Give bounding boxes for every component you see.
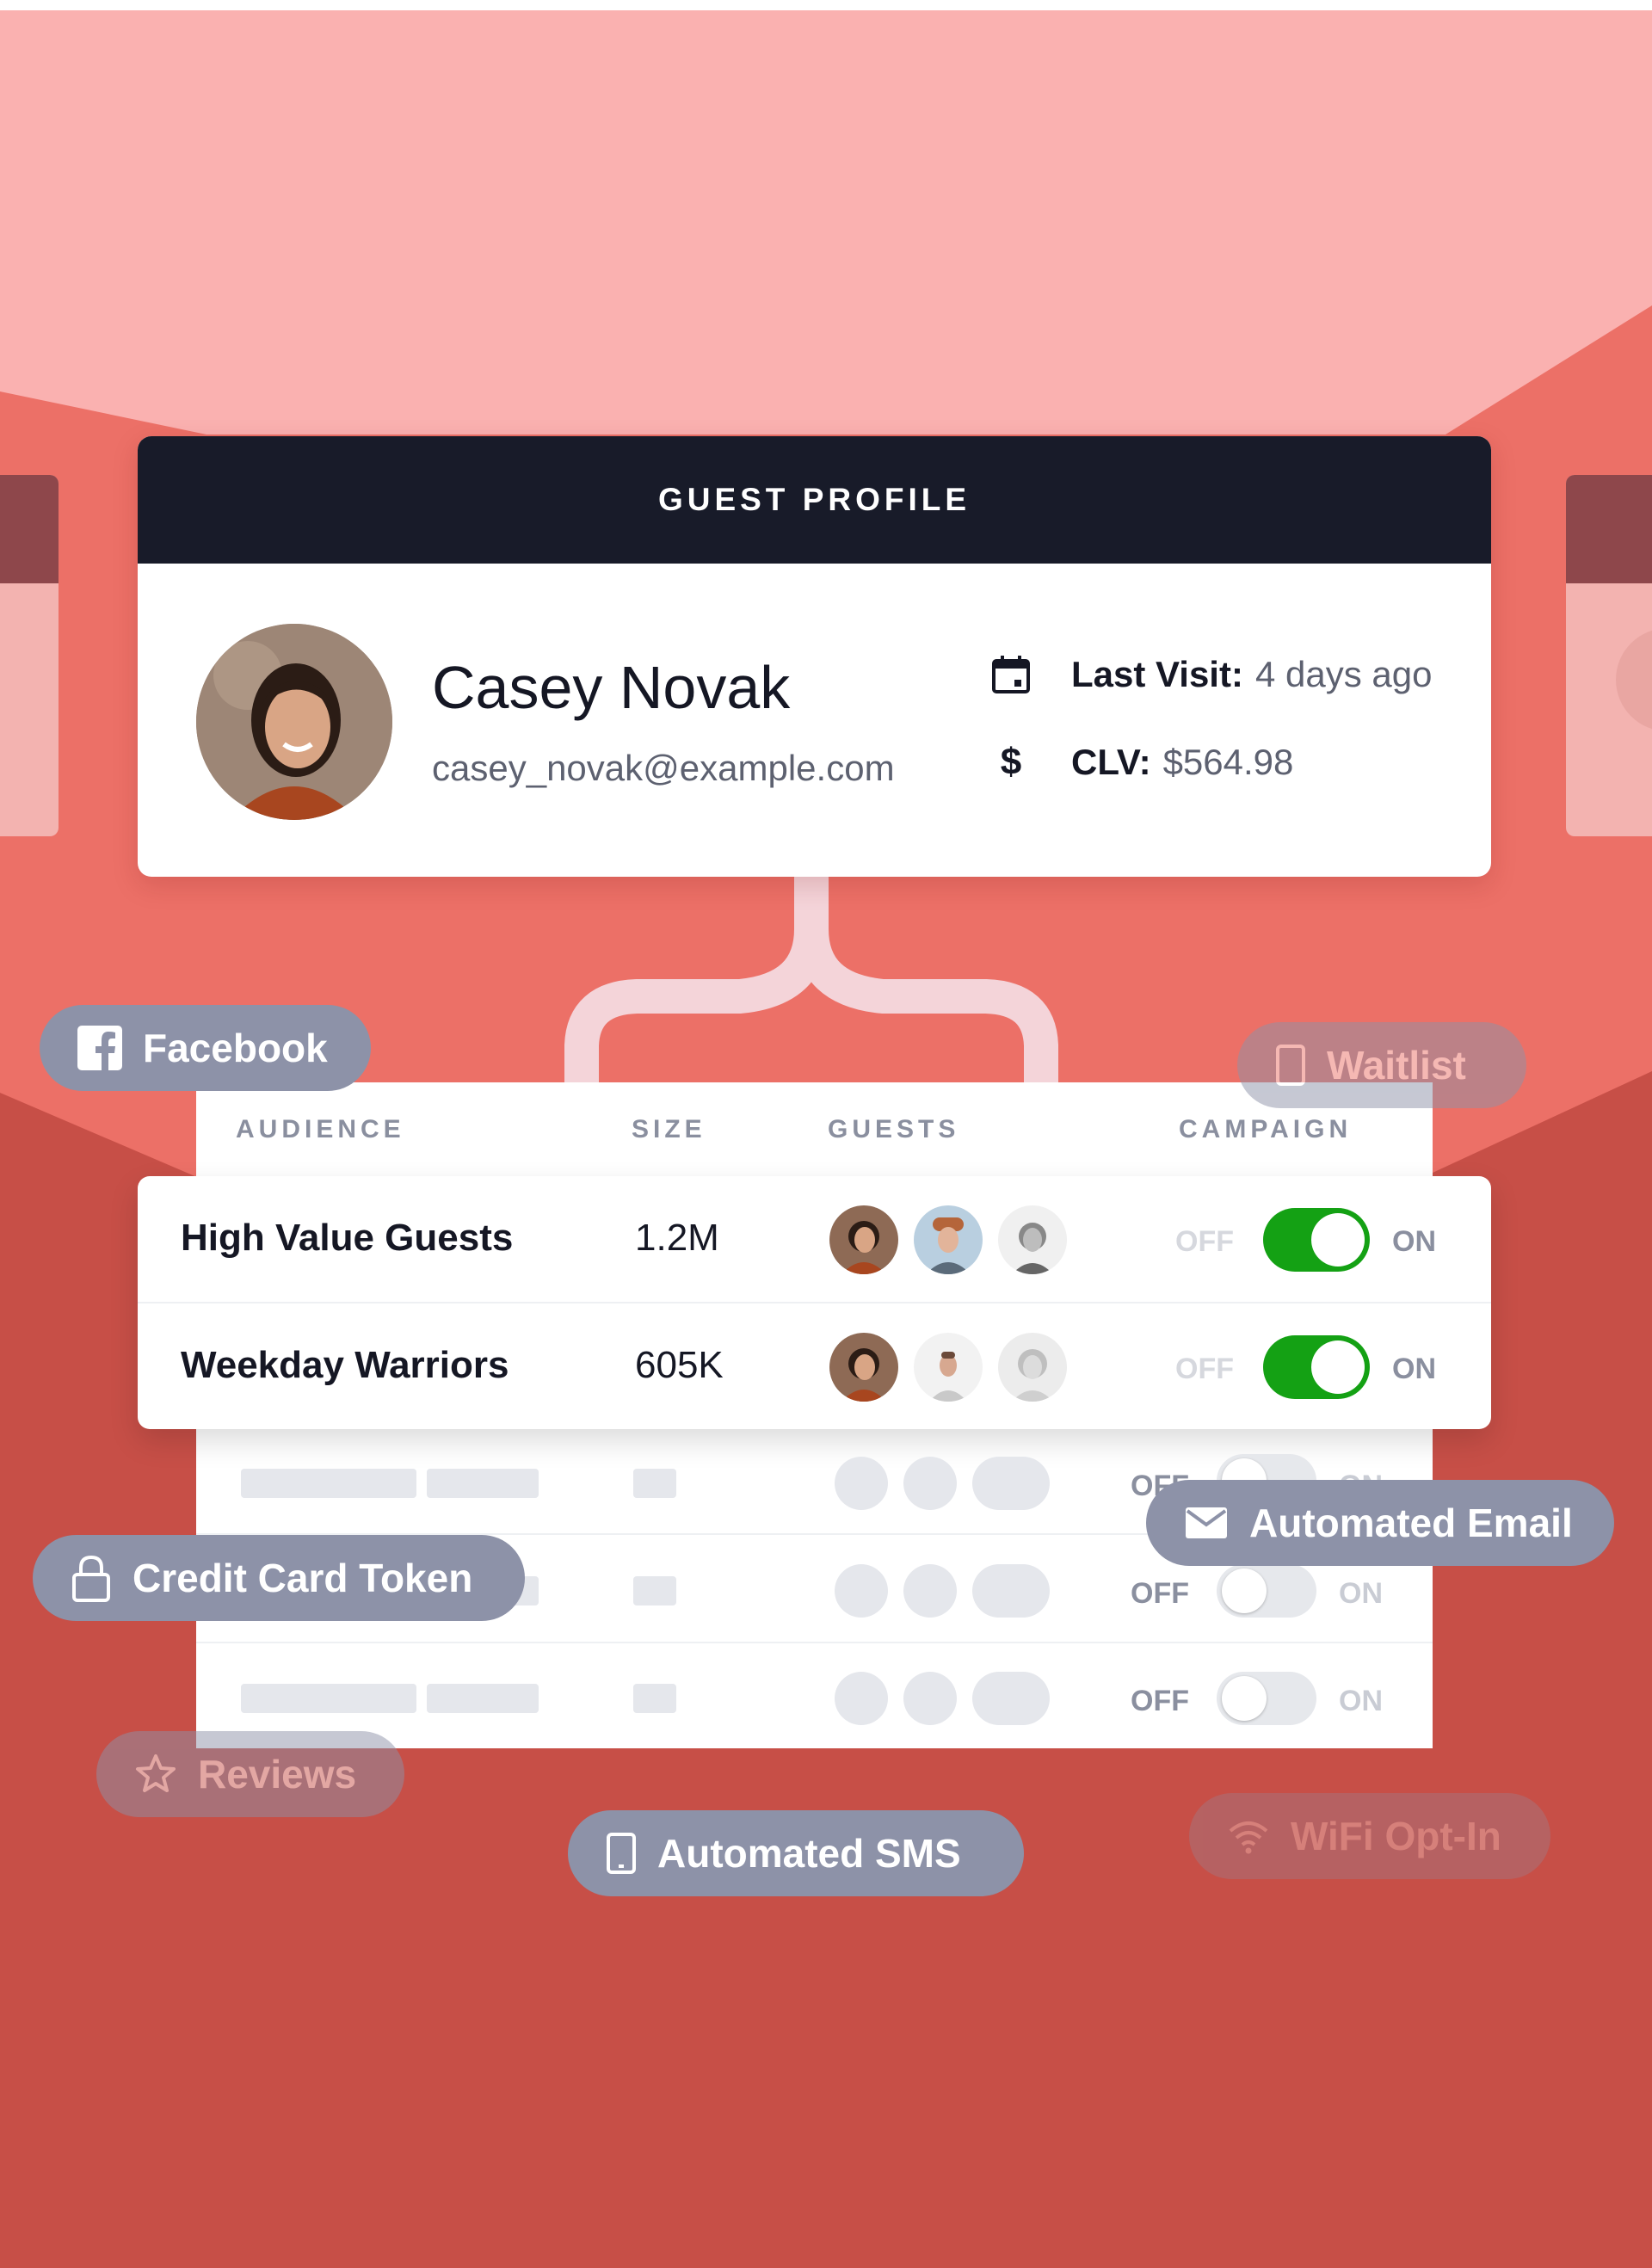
audience-size: 605K [635, 1344, 724, 1386]
tablet-icon [1275, 1044, 1306, 1087]
campaign-toggle[interactable] [1217, 1564, 1316, 1618]
facebook-icon [77, 1026, 122, 1070]
skeleton-avatar [835, 1457, 888, 1510]
skeleton-avatar [972, 1672, 1050, 1725]
clv-label: CLV: [1071, 742, 1151, 782]
tag-wifi-opt-in[interactable]: WiFi Opt-In [1189, 1793, 1550, 1879]
last-visit-label: Last Visit: [1071, 654, 1243, 694]
skeleton-name [427, 1684, 539, 1713]
wifi-icon [1227, 1817, 1270, 1855]
lock-icon [71, 1554, 112, 1602]
audience-size: 1.2M [635, 1217, 719, 1259]
row-divider [138, 1302, 1491, 1303]
audience-name[interactable]: High Value Guests [181, 1217, 513, 1260]
clv-row: $ CLV: $564.98 [985, 741, 1294, 784]
skeleton-size [633, 1576, 676, 1605]
campaign-off-label: OFF [1175, 1225, 1234, 1258]
skeleton-size [633, 1684, 676, 1713]
guest-avatar-thumb [914, 1333, 983, 1402]
guest-avatar-thumb [998, 1205, 1067, 1274]
tag-waitlist[interactable]: Waitlist [1237, 1022, 1526, 1108]
skeleton-avatar [903, 1457, 957, 1510]
guest-avatar-thumb [829, 1205, 898, 1274]
guest-avatar [196, 624, 392, 820]
column-header-guests: GUESTS [828, 1115, 960, 1143]
tag-label: Facebook [143, 1026, 328, 1070]
guest-avatar-thumb [829, 1333, 898, 1402]
column-header-campaign: CAMPAIGN [1179, 1115, 1353, 1143]
skeleton-avatar [903, 1672, 957, 1725]
last-visit-value: 4 days ago [1254, 654, 1433, 694]
tag-label: Credit Card Token [133, 1556, 473, 1600]
star-icon [134, 1753, 177, 1796]
guest-name: Casey Novak [432, 654, 791, 721]
campaign-toggle[interactable] [1217, 1672, 1316, 1725]
guest-profile-header: GUEST PROFILE [138, 436, 1491, 564]
phone-icon [606, 1832, 637, 1875]
tag-automated-email[interactable]: Automated Email [1146, 1480, 1614, 1566]
skeleton-name [241, 1684, 416, 1713]
skeleton-name [241, 1469, 416, 1498]
tag-label: Automated SMS [657, 1831, 961, 1876]
skeleton-name [427, 1469, 539, 1498]
campaign-toggle[interactable] [1263, 1208, 1370, 1272]
skeleton-size [633, 1469, 676, 1498]
dollar-icon: $ [1000, 741, 1022, 783]
envelope-icon [1184, 1506, 1229, 1540]
campaign-toggle[interactable] [1263, 1335, 1370, 1399]
calendar-icon [985, 654, 1037, 695]
tag-label: Waitlist [1327, 1043, 1466, 1088]
row-divider [196, 1642, 1433, 1643]
column-header-size: SIZE [632, 1115, 706, 1143]
tag-facebook[interactable]: Facebook [40, 1005, 371, 1091]
tag-reviews[interactable]: Reviews [96, 1731, 404, 1817]
skeleton-avatar [835, 1564, 888, 1618]
tag-label: Reviews [198, 1752, 357, 1797]
campaign-on-label: ON [1339, 1685, 1383, 1717]
guest-profile-card: GUEST PROFILE Casey Novak casey_novak@ex… [138, 436, 1491, 877]
skeleton-avatar [835, 1672, 888, 1725]
campaign-off-label: OFF [1131, 1685, 1189, 1717]
tag-automated-sms[interactable]: Automated SMS [568, 1810, 1024, 1896]
skeleton-avatar [972, 1457, 1050, 1510]
last-visit-row: Last Visit: 4 days ago [985, 654, 1432, 695]
guest-avatar-thumb [914, 1205, 983, 1274]
tag-credit-card-token[interactable]: Credit Card Token [33, 1535, 525, 1621]
tag-label: WiFi Opt-In [1291, 1814, 1501, 1858]
skeleton-avatar [903, 1564, 957, 1618]
audience-name[interactable]: Weekday Warriors [181, 1344, 509, 1387]
campaign-on-label: ON [1392, 1225, 1436, 1258]
tag-label: Automated Email [1249, 1501, 1573, 1545]
skeleton-avatar [972, 1564, 1050, 1618]
clv-value: $564.98 [1162, 742, 1294, 782]
column-header-audience: AUDIENCE [236, 1115, 405, 1143]
campaign-off-label: OFF [1175, 1353, 1234, 1385]
guest-avatar-thumb [998, 1333, 1067, 1402]
guest-email[interactable]: casey_novak@example.com [432, 748, 895, 789]
campaign-on-label: ON [1339, 1577, 1383, 1610]
campaign-off-label: OFF [1131, 1577, 1189, 1610]
campaign-on-label: ON [1392, 1353, 1436, 1385]
